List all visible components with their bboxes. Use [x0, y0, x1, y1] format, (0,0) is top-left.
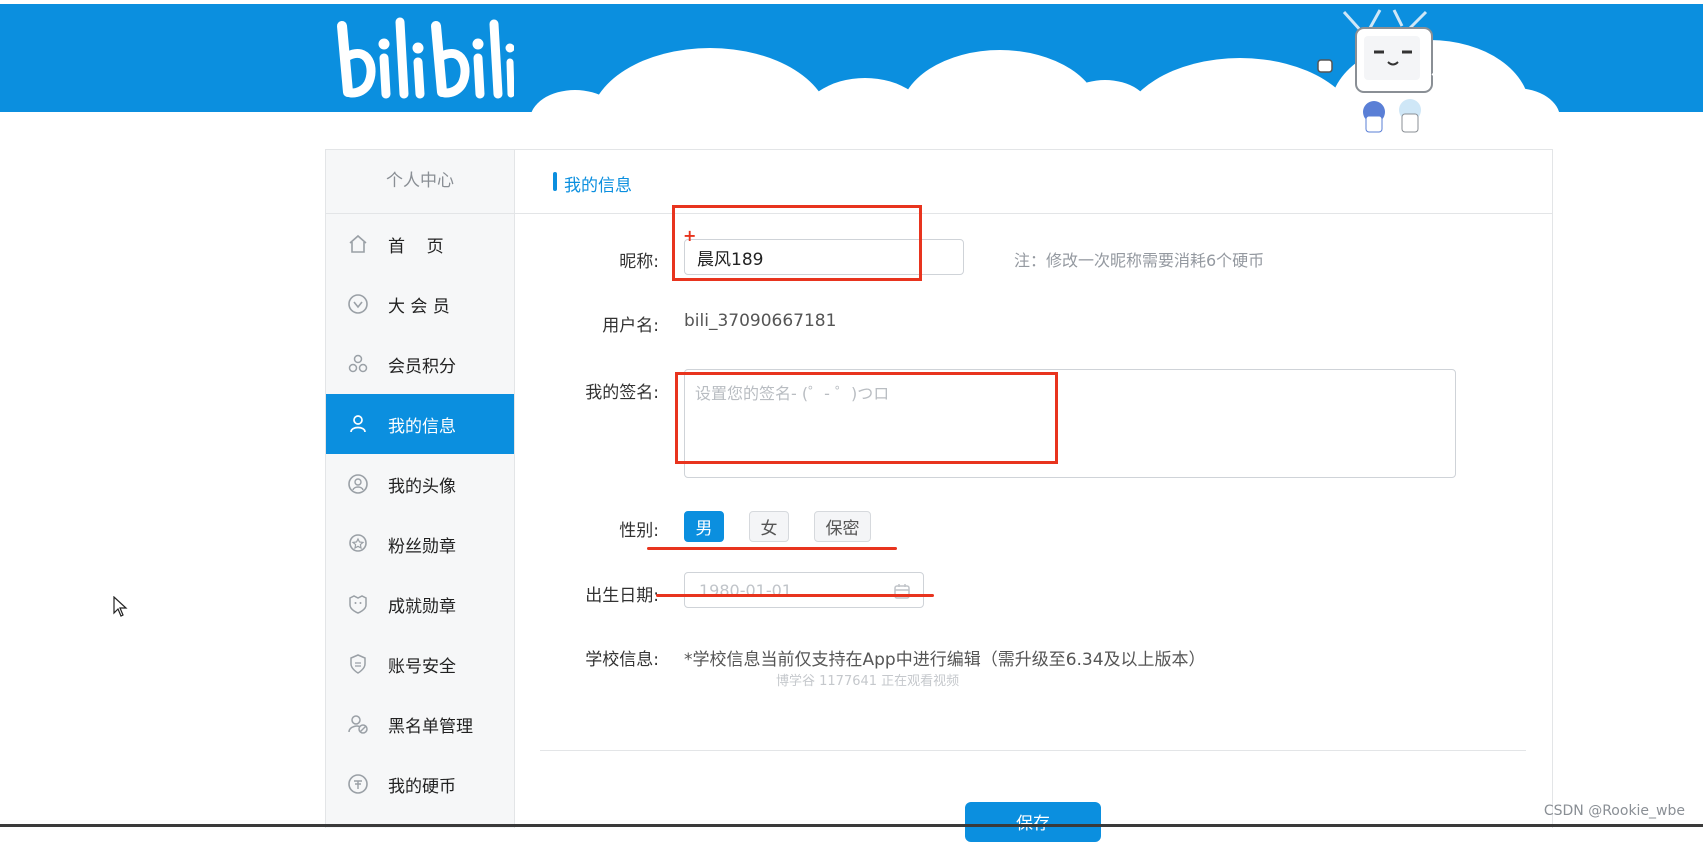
- shield-icon: [346, 652, 370, 676]
- sidebar-item-label: 我的信息: [388, 416, 456, 437]
- annotation-plus-mark: +: [683, 226, 697, 245]
- sidebar-item-label: 会员积分: [388, 356, 456, 377]
- sidebar: 个人中心 首 页 大 会 员 会员积分 我的信息 我的头像 粉丝勋章 成就勋章 …: [326, 150, 515, 828]
- sidebar-item-security[interactable]: 账号安全: [326, 634, 514, 694]
- nickname-input[interactable]: [684, 239, 964, 275]
- sidebar-item-label: 粉丝勋章: [388, 536, 456, 557]
- fan-medal-icon: [346, 532, 370, 556]
- username-value: bili_37090667181: [684, 311, 837, 331]
- sidebar-item-label: 首 页: [388, 236, 444, 257]
- sidebar-title: 个人中心: [326, 150, 514, 214]
- nickname-note: 注：修改一次昵称需要消耗6个硬币: [1014, 251, 1265, 270]
- nickname-label: 昵称:: [619, 252, 659, 272]
- sidebar-item-vip[interactable]: 大 会 员: [326, 274, 514, 334]
- home-icon: [346, 232, 370, 256]
- sidebar-item-label: 账号安全: [388, 656, 456, 677]
- blacklist-icon: [346, 712, 370, 736]
- content-header: 我的信息: [515, 150, 1552, 214]
- sidebar-item-label: 大 会 员: [388, 296, 450, 317]
- sidebar-item-achievement[interactable]: 成就勋章: [326, 574, 514, 634]
- gender-male-button[interactable]: 男: [684, 511, 724, 542]
- viewer-overlay-text: 博学谷 1177641 正在观看视频: [776, 674, 960, 689]
- school-label: 学校信息:: [585, 650, 659, 670]
- mouse-pointer-icon: [113, 596, 128, 617]
- sidebar-item-label: 我的头像: [388, 476, 456, 497]
- bilibili-logo[interactable]: [334, 12, 514, 104]
- sidebar-item-blacklist[interactable]: 黑名单管理: [326, 694, 514, 754]
- birthday-placeholder: 1980-01-01: [699, 581, 792, 600]
- signature-input[interactable]: [684, 369, 1456, 478]
- gender-female-button[interactable]: 女: [749, 511, 789, 542]
- calendar-icon: [893, 582, 911, 604]
- coin-icon: [346, 772, 370, 796]
- gender-secret-button[interactable]: 保密: [814, 511, 871, 542]
- sidebar-item-coins[interactable]: 我的硬币: [326, 754, 514, 814]
- save-button[interactable]: 保存: [965, 802, 1101, 842]
- sidebar-item-fan-medal[interactable]: 粉丝勋章: [326, 514, 514, 574]
- sidebar-item-label: 黑名单管理: [388, 716, 473, 737]
- sidebar-item-home[interactable]: 首 页: [326, 214, 514, 274]
- sidebar-item-my-info[interactable]: 我的信息: [326, 394, 514, 454]
- gender-label: 性别:: [619, 521, 659, 541]
- form-divider: [540, 750, 1526, 751]
- cloud-decoration: [590, 48, 830, 112]
- section-accent-bar: [553, 172, 557, 191]
- csdn-watermark: CSDN @Rookie_wbe: [1543, 803, 1685, 819]
- signature-label: 我的签名:: [585, 383, 659, 403]
- username-label: 用户名:: [602, 316, 659, 336]
- achievement-icon: [346, 592, 370, 616]
- avatar-icon: [346, 472, 370, 496]
- sidebar-item-avatar[interactable]: 我的头像: [326, 454, 514, 514]
- sidebar-item-label: 成就勋章: [388, 596, 456, 617]
- vip-icon: [346, 292, 370, 316]
- birthday-label: 出生日期:: [585, 586, 659, 606]
- tv-mascot-illustration: [1317, 9, 1465, 133]
- user-icon: [346, 412, 370, 436]
- birthday-date-picker[interactable]: 1980-01-01: [684, 572, 924, 608]
- sidebar-item-label: 我的硬币: [388, 776, 456, 797]
- section-title: 我的信息: [564, 176, 632, 196]
- school-info-text: *学校信息当前仅支持在App中进行编辑（需升级至6.34及以上版本）: [684, 650, 1206, 670]
- sidebar-item-points[interactable]: 会员积分: [326, 334, 514, 394]
- points-icon: [346, 352, 370, 376]
